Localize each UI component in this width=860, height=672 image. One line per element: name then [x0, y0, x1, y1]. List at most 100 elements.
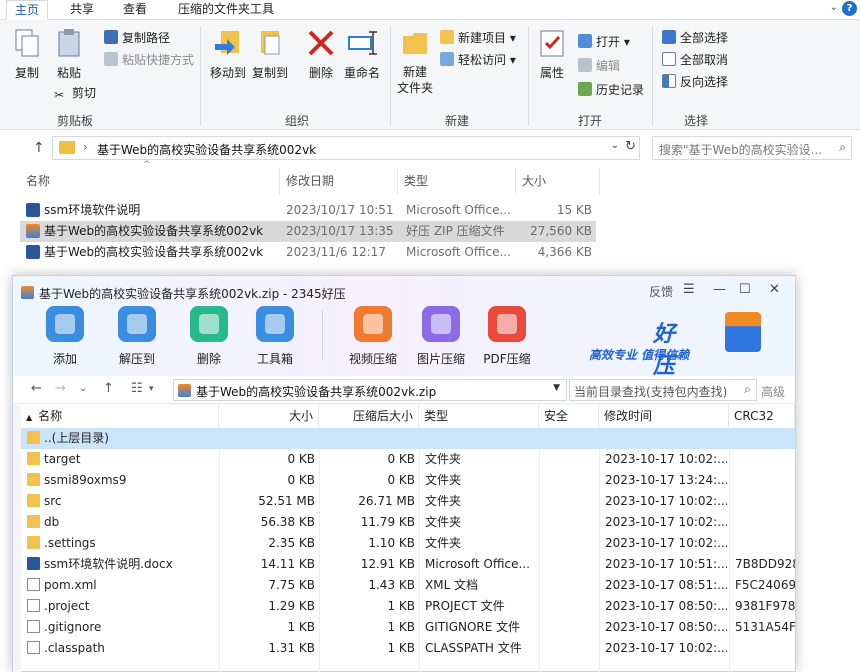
new-folder-button[interactable]: 新建 文件夹: [397, 28, 433, 96]
address-field[interactable]: › 基于Web的高校实验设备共享系统002vk ⌄ ↻: [52, 136, 640, 160]
archive-row[interactable]: .settings 2.35 KB 1.10 KB 文件夹 2023-10-17 10:…: [21, 533, 795, 554]
select-all-button[interactable]: 全部选择: [662, 29, 728, 47]
group-label-open: 打开: [578, 114, 603, 128]
toolbar-divider: [322, 310, 323, 360]
haozip-logo-icon: [725, 312, 761, 352]
maximize-icon[interactable]: ☐: [739, 282, 751, 297]
tab-compressed-folder-tools[interactable]: 压缩的文件夹工具: [170, 0, 282, 20]
extract-to-button[interactable]: 解压到: [107, 306, 167, 367]
archive-row[interactable]: src 52.51 MB 26.71 MB 文件夹 2023-10-17 10:02:.…: [21, 491, 795, 512]
collapse-ribbon-chevron-icon[interactable]: ⌄: [830, 2, 838, 13]
path-dropdown-icon[interactable]: ▼: [553, 383, 560, 393]
extract-icon: [118, 306, 156, 342]
parent-directory-row[interactable]: ..(上层目录): [21, 428, 795, 449]
breadcrumb-current-folder[interactable]: 基于Web的高校实验设备共享系统002vk: [97, 141, 316, 158]
forward-arrow-icon[interactable]: →: [55, 381, 66, 396]
archive-search-placeholder: 当前目录查找(支持包内查找): [574, 385, 728, 399]
new-item-button[interactable]: 新建项目 ▾: [440, 29, 516, 47]
file-row[interactable]: 基于Web的高校实验设备共享系统002vk 2023/11/6 12:17 Mi…: [20, 242, 596, 263]
properties-button[interactable]: 属性: [537, 28, 567, 81]
haozip-header: 基于Web的高校实验设备共享系统002vk.zip - 2345好压 反馈 ☰ …: [13, 276, 795, 379]
new-item-icon: [440, 30, 454, 44]
word-doc-icon: [27, 557, 40, 570]
archive-path-field[interactable]: 基于Web的高校实验设备共享系统002vk.zip ▼: [173, 379, 567, 401]
ribbon-tab-bar: 主页 共享 查看 压缩的文件夹工具 ⌄ ?: [0, 0, 860, 20]
up-arrow-icon[interactable]: ↑: [103, 381, 114, 396]
column-header-name[interactable]: 名称: [20, 168, 280, 194]
folder-icon: [27, 473, 40, 486]
column-header-size[interactable]: 大小: [516, 168, 600, 194]
help-icon[interactable]: ?: [842, 1, 857, 16]
video-compress-button[interactable]: 视频压缩: [343, 306, 403, 367]
minimize-icon[interactable]: —: [713, 282, 726, 297]
archive-search-input[interactable]: 当前目录查找(支持包内查找) ⌕: [569, 379, 757, 401]
add-button[interactable]: 添加: [35, 306, 95, 367]
image-compress-button[interactable]: 图片压缩: [411, 306, 471, 367]
archive-row[interactable]: target 0 KB 0 KB 文件夹 2023-10-17 10:02:...: [21, 449, 795, 470]
search-input[interactable]: 搜索"基于Web的高校实验设... ⌕: [652, 136, 852, 160]
group-label-organize: 组织: [285, 114, 310, 128]
column-header-security[interactable]: 安全: [539, 405, 599, 427]
archive-row[interactable]: .project 1.29 KB 1 KB PROJECT 文件 2023-10-17 …: [21, 596, 795, 617]
column-header-crc32[interactable]: CRC32: [729, 405, 795, 427]
close-icon[interactable]: ✕: [769, 282, 780, 297]
column-header-packed-size[interactable]: 压缩后大小: [319, 405, 419, 427]
menu-icon[interactable]: ☰: [683, 282, 695, 297]
delete-button[interactable]: 删除: [179, 306, 239, 367]
cut-button[interactable]: ✂ 剪切: [54, 84, 96, 102]
archive-row[interactable]: ssmi89oxms9 0 KB 0 KB 文件夹 2023-10-17 13:24:.…: [21, 470, 795, 491]
copy-path-button[interactable]: 复制路径: [104, 29, 170, 47]
easy-access-button[interactable]: 轻松访问 ▾: [440, 51, 516, 69]
select-none-button[interactable]: 全部取消: [662, 51, 728, 69]
column-header-name[interactable]: ▲ 名称: [21, 405, 219, 427]
edit-button[interactable]: 编辑: [578, 57, 620, 75]
ribbon: 复制 粘贴 复制路径 粘贴快捷方式 ✂ 剪切 剪贴板 移动到 复制到 删除 重命名…: [0, 20, 860, 130]
column-header-type[interactable]: 类型: [398, 168, 516, 194]
delete-button[interactable]: 删除: [306, 28, 336, 81]
toolbox-button[interactable]: 工具箱: [245, 306, 305, 367]
file-row[interactable]: ssm环境软件说明 2023/10/17 10:51 Microsoft Off…: [20, 200, 596, 221]
feedback-button[interactable]: 反馈: [649, 283, 673, 300]
view-mode-chevron-icon[interactable]: ▾: [149, 384, 154, 394]
column-header-type[interactable]: 类型: [419, 405, 539, 427]
open-button[interactable]: 打开 ▾: [578, 33, 630, 51]
invert-selection-button[interactable]: 反向选择: [662, 73, 728, 91]
back-arrow-icon[interactable]: ←: [31, 381, 42, 396]
brand-slogan: 高效专业 值得信赖: [589, 348, 690, 362]
haozip-nav-bar: ← → ⌄ ↑ ☷ ▾ 基于Web的高校实验设备共享系统002vk.zip ▼ …: [13, 376, 795, 404]
column-header-modified[interactable]: 修改时间: [599, 405, 729, 427]
paste-icon: [54, 28, 84, 58]
column-header-date[interactable]: 修改日期: [280, 168, 398, 194]
copy-to-icon: [255, 28, 285, 58]
column-header-size[interactable]: 大小: [219, 405, 319, 427]
copy-to-button[interactable]: 复制到: [252, 28, 288, 81]
pdf-compress-button[interactable]: PDF压缩: [477, 306, 537, 367]
tab-home[interactable]: 主页: [6, 0, 49, 20]
file-row-selected[interactable]: 基于Web的高校实验设备共享系统002vk 2023/10/17 13:35 好…: [20, 221, 596, 242]
paste-button[interactable]: 粘贴: [54, 28, 84, 81]
archive-row[interactable]: pom.xml 7.75 KB 1.43 KB XML 文档 2023-10-17 08…: [21, 575, 795, 596]
history-chevron-down-icon[interactable]: ⌄: [79, 383, 87, 394]
archive-row[interactable]: ssm环境软件说明.docx 14.11 KB 12.91 KB Microsoft …: [21, 554, 795, 575]
rename-button[interactable]: 重命名: [344, 28, 380, 81]
tab-share[interactable]: 共享: [62, 0, 102, 20]
archive-row[interactable]: .gitignore 1 KB 1 KB GITIGNORE 文件 2023-10-17…: [21, 617, 795, 638]
breadcrumb-chevron-icon[interactable]: ›: [83, 140, 88, 154]
refresh-icon[interactable]: ↻: [625, 139, 636, 154]
archive-row[interactable]: db 56.38 KB 11.79 KB 文件夹 2023-10-17 10:02:..…: [21, 512, 795, 533]
view-mode-icon[interactable]: ☷: [131, 381, 143, 396]
search-icon: ⌕: [839, 140, 846, 154]
properties-checklist-icon: [537, 28, 567, 58]
paste-shortcut-button[interactable]: 粘贴快捷方式: [104, 51, 194, 69]
tab-view[interactable]: 查看: [115, 0, 155, 20]
move-to-button[interactable]: 移动到: [210, 28, 246, 81]
address-dropdown-chevron-icon[interactable]: ⌄: [611, 140, 619, 151]
copy-button[interactable]: 复制: [12, 28, 42, 81]
open-icon: [578, 34, 592, 48]
group-divider: [528, 26, 529, 126]
up-arrow-icon[interactable]: ↑: [33, 140, 45, 156]
advanced-search-link[interactable]: 高级: [761, 383, 785, 400]
history-button[interactable]: 历史记录: [578, 81, 644, 99]
word-doc-icon: [26, 203, 40, 217]
archive-row[interactable]: .classpath 1.31 KB 1 KB CLASSPATH 文件 2023-10…: [21, 638, 795, 659]
